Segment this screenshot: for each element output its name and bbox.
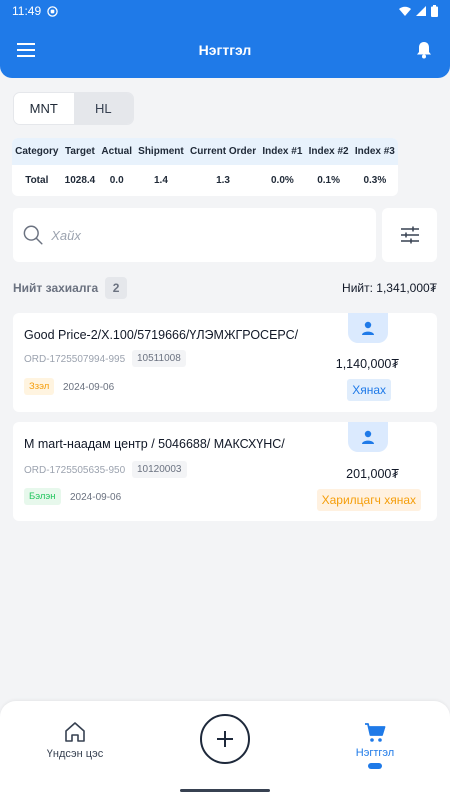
currency-toggle: MNT HL [13, 92, 134, 125]
customer-code: 10511008 [132, 350, 186, 367]
status-badge: Бэлэн [24, 488, 61, 505]
order-amount: 201,000₮ [346, 467, 399, 481]
search-box [13, 208, 376, 262]
nav-home[interactable]: Үндсэн цэс [42, 721, 108, 760]
filter-button[interactable] [382, 208, 437, 262]
status-time: 11:49 [12, 4, 42, 18]
order-title: M mart-наадам центр / 5046688/ МАКСХҮНС/ [24, 437, 285, 451]
plus-icon [217, 731, 233, 747]
cell-actual: 0.0 [109, 175, 124, 186]
cell-index-1: 0.0% [270, 175, 294, 186]
table-row: Total 1028.4 0.0 1.4 1.3 0.0% 0.1% 0.3% [12, 165, 398, 196]
customer-review-button[interactable]: Харилцагч хянах [316, 489, 421, 511]
user-icon [362, 321, 374, 335]
orders-header: Нийт захиалга 2 Нийт: 1,341,000₮ [13, 276, 437, 300]
cell-category: Total [25, 175, 49, 186]
order-amount: 1,140,000₮ [335, 357, 399, 371]
status-badge: Ззэл [24, 378, 55, 395]
user-icon [362, 430, 374, 444]
orders-count-group: Нийт захиалга 2 [13, 277, 128, 299]
orders-total: Нийт: 1,341,000₮ [342, 281, 437, 295]
menu-button[interactable] [14, 38, 38, 62]
sync-icon [47, 5, 58, 17]
summary-header-row: Category Target Actual Shipment Current … [12, 138, 398, 165]
customer-code: 10120003 [132, 461, 187, 478]
hamburger-menu-icon [17, 43, 35, 57]
customer-avatar[interactable] [348, 313, 388, 343]
order-id: ORD-1725507994-995 [24, 354, 126, 365]
toggle-hl[interactable]: HL [73, 93, 133, 124]
order-card[interactable]: Good Price-2/Х.100/5719666/ҮЛЭМЖГРОСЕРС/… [13, 313, 437, 412]
add-order-button[interactable] [200, 714, 250, 764]
customer-avatar[interactable] [348, 422, 388, 452]
wifi-icon [399, 6, 411, 16]
toggle-mnt[interactable]: MNT [14, 93, 74, 124]
cart-icon [365, 723, 386, 742]
col-index-1: Index #1 [259, 138, 306, 165]
cell-target: 1028.4 [64, 175, 96, 186]
summary-table: Category Target Actual Shipment Current … [12, 138, 398, 196]
order-date: 2024-09-06 [63, 382, 115, 393]
bottom-nav: Үндсэн цэс Нэгтгэл [0, 701, 450, 800]
gesture-bar [180, 789, 270, 792]
app-header: Нэгтгэл [0, 22, 450, 78]
order-date: 2024-09-06 [70, 492, 122, 503]
home-icon [65, 722, 85, 742]
col-category: Category [12, 138, 62, 165]
review-button[interactable]: Хянах [347, 379, 391, 401]
active-tab-indicator [368, 763, 382, 769]
status-bar: 11:49 [0, 0, 450, 22]
page-title: Нэгтгэл [198, 42, 252, 58]
orders-label: Нийт захиалга [13, 281, 99, 295]
col-target: Target [61, 138, 99, 165]
search-icon [23, 225, 43, 245]
sliders-icon [400, 226, 419, 244]
cell-index-2: 0.1% [317, 175, 341, 186]
cell-index-3: 0.3% [363, 175, 387, 186]
order-card[interactable]: M mart-наадам центр / 5046688/ МАКСХҮНС/… [13, 422, 437, 521]
cell-shipment: 1.4 [153, 175, 168, 186]
col-shipment: Shipment [135, 138, 187, 165]
bell-icon [416, 42, 431, 59]
col-index-3: Index #3 [351, 138, 398, 165]
nav-orders-label: Нэгтгэл [355, 747, 395, 759]
battery-icon [431, 5, 438, 17]
search-input[interactable] [51, 227, 366, 243]
signal-icon [416, 6, 426, 16]
orders-count-badge: 2 [105, 277, 128, 299]
nav-orders[interactable]: Нэгтгэл [345, 723, 405, 769]
col-index-2: Index #2 [305, 138, 352, 165]
col-actual: Actual [98, 138, 136, 165]
cell-current-order: 1.3 [216, 175, 230, 186]
order-title: Good Price-2/Х.100/5719666/ҮЛЭМЖГРОСЕРС/ [24, 328, 299, 342]
col-current-order: Current Order [186, 138, 260, 165]
notifications-button[interactable] [412, 38, 436, 62]
nav-home-label: Үндсэн цэс [46, 748, 104, 760]
order-id: ORD-1725505635-950 [24, 465, 126, 476]
